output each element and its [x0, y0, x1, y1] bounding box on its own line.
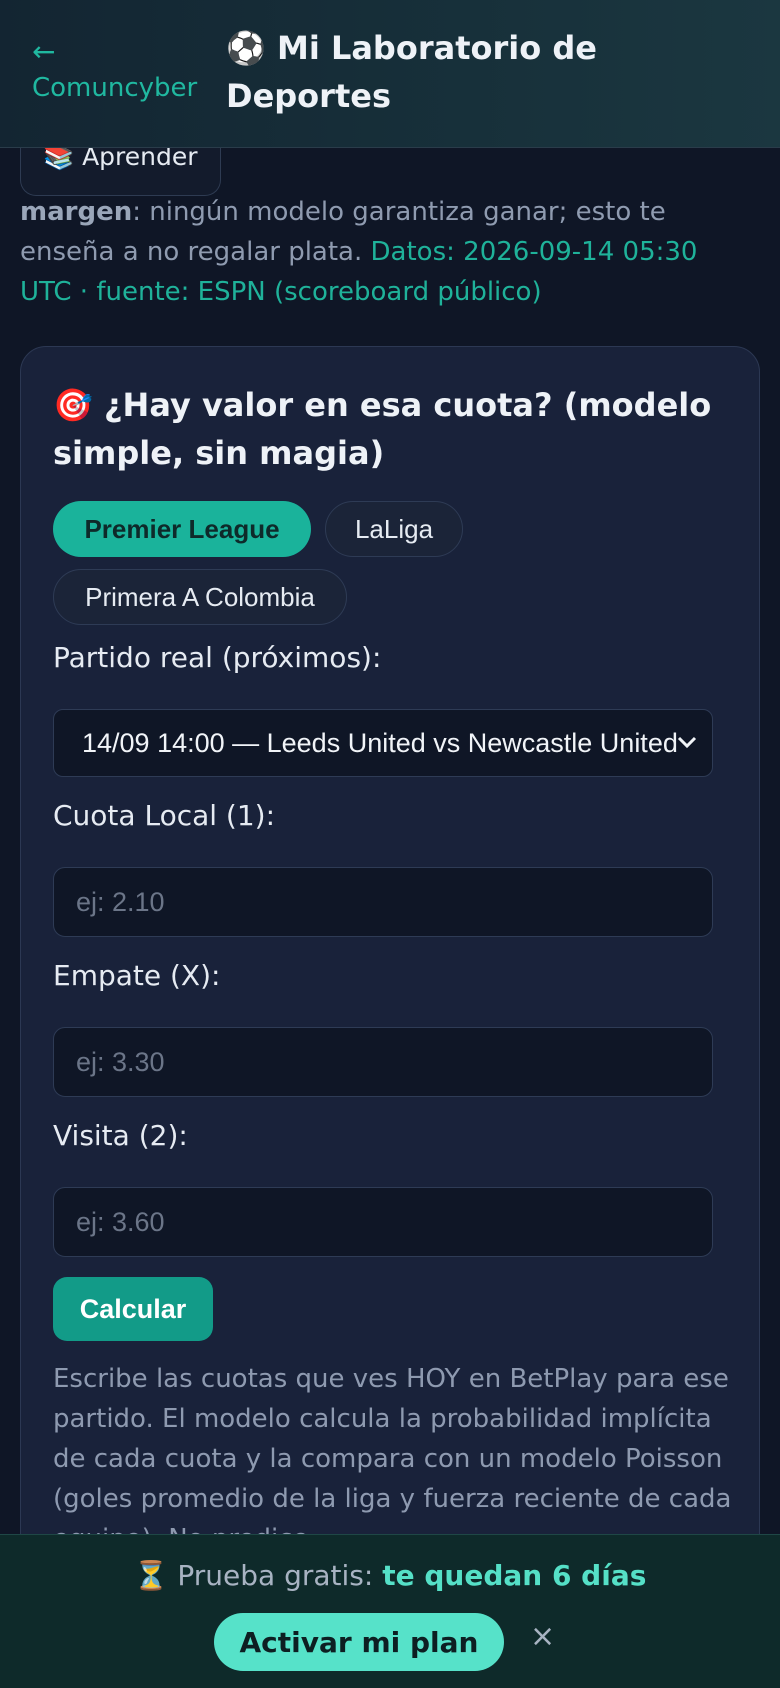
league-pill-laliga[interactable]: LaLiga: [325, 501, 463, 557]
top-bar: ← Comuncyber ⚽ Mi Laboratorio de Deporte…: [0, 0, 780, 148]
page-content: 📚 Aprender margen: ningún modelo garanti…: [0, 0, 780, 1688]
chevron-down-icon: [676, 710, 698, 776]
league-pill-primera-a[interactable]: Primera A Colombia: [53, 569, 347, 625]
close-icon[interactable]: ×: [530, 1619, 555, 1654]
draw-odds-label: Empate (X):: [53, 959, 221, 992]
model-description: Escribe las cuotas que ves HOY en BetPla…: [53, 1364, 732, 1554]
page-title: ⚽ Mi Laboratorio de Deportes: [226, 29, 597, 115]
home-odds-input[interactable]: [53, 867, 713, 937]
hourglass-icon: ⏳: [133, 1559, 169, 1592]
away-odds-label: Visita (2):: [53, 1119, 188, 1152]
away-odds-input[interactable]: [53, 1187, 713, 1257]
trial-prefix: Prueba gratis:: [177, 1559, 374, 1592]
match-select[interactable]: 14/09 14:00 — Leeds United vs Newcastle …: [53, 709, 713, 777]
league-pill-premier[interactable]: Premier League: [53, 501, 311, 557]
home-odds-label: Cuota Local (1):: [53, 799, 276, 832]
card-title: 🎯 ¿Hay valor en esa cuota? (modelo simpl…: [53, 386, 712, 472]
back-link[interactable]: ← Comuncyber: [32, 36, 197, 108]
draw-odds-input[interactable]: [53, 1027, 713, 1097]
activate-plan-button[interactable]: Activar mi plan: [214, 1613, 504, 1671]
calculate-button[interactable]: Calcular: [53, 1277, 213, 1341]
match-label: Partido real (próximos):: [53, 641, 382, 674]
intro-text: margen: ningún modelo garantiza ganar; e…: [20, 192, 750, 312]
match-select-value: 14/09 14:00 — Leeds United vs Newcastle …: [82, 728, 678, 758]
trial-days-left: te quedan 6 días: [382, 1559, 647, 1592]
trial-banner: ⏳ Prueba gratis: te quedan 6 días Activa…: [0, 1534, 780, 1688]
intro-bold: margen: [20, 197, 133, 227]
back-arrow-icon: ←: [32, 35, 56, 68]
trial-message: ⏳ Prueba gratis: te quedan 6 días: [0, 1559, 780, 1592]
back-link-label: Comuncyber: [32, 73, 198, 103]
value-calculator-card: 🎯 ¿Hay valor en esa cuota? (modelo simpl…: [20, 346, 760, 1688]
